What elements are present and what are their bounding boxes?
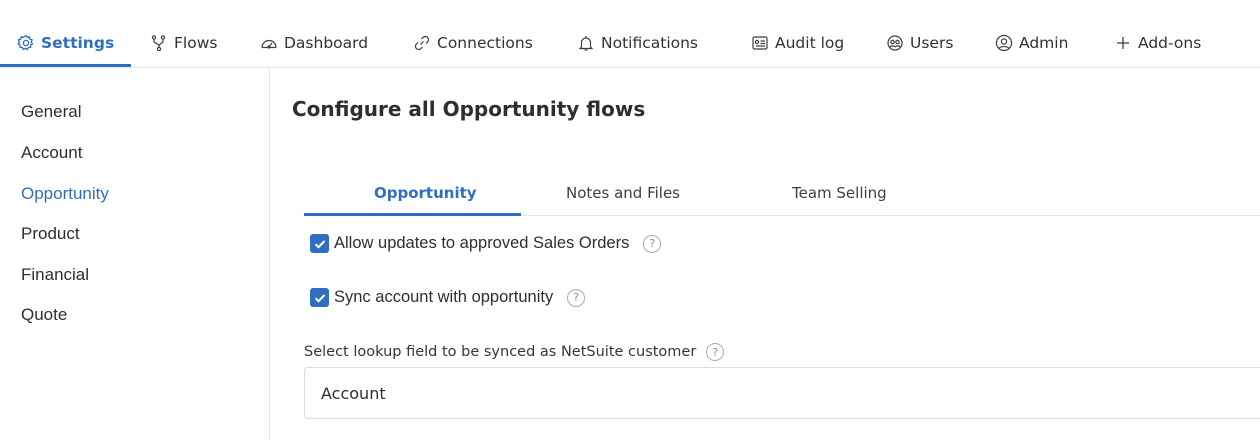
gauge-icon [260,34,278,52]
help-icon[interactable]: ? [706,343,725,361]
admin-icon [995,34,1013,52]
option-allow-updates: Allow updates to approved Sales Orders ? [310,234,662,253]
checkmark-icon [314,239,325,249]
checkmark-icon [314,293,325,303]
nav-tab-label: Add-ons [1138,34,1202,52]
nav-tab-label: Audit log [775,34,845,52]
page-title: Configure all Opportunity flows [292,97,646,121]
sidebar-item-opportunity[interactable]: Opportunity [21,184,109,204]
nav-tab-dashboard[interactable]: Dashboard [260,34,368,52]
tab-notes-and-files[interactable]: Notes and Files [566,184,680,202]
plus-icon [1114,34,1132,52]
lookup-field-label: Select lookup field to be synced as NetS… [304,343,725,361]
lookup-field-label-text: Select lookup field to be synced as NetS… [304,344,697,360]
top-navigation: Settings Flows Dashboard Connections Not… [0,0,1260,68]
sidebar-item-account[interactable]: Account [21,143,82,163]
nav-tab-admin[interactable]: Admin [995,34,1068,52]
audit-log-icon [751,34,769,52]
nav-tab-label: Notifications [601,34,699,52]
sidebar-item-general[interactable]: General [21,102,81,122]
option-sync-account: Sync account with opportunity ? [310,288,586,307]
nav-tab-users[interactable]: Users [886,34,953,52]
link-icon [413,34,431,52]
gear-icon [17,34,35,52]
nav-tab-label: Connections [437,34,533,52]
nav-tab-add-ons[interactable]: Add-ons [1114,34,1201,52]
help-icon[interactable]: ? [567,288,586,307]
nav-tab-connections[interactable]: Connections [413,34,533,52]
nav-tab-label: Admin [1019,34,1069,52]
nav-tab-label: Dashboard [284,34,369,52]
active-tab-indicator [304,213,521,216]
bell-icon [577,34,595,52]
active-tab-indicator [0,64,131,67]
sync-account-label: Sync account with opportunity [334,288,554,306]
help-icon[interactable]: ? [643,234,662,253]
nav-tab-label: Flows [174,34,218,52]
flow-tabs: Opportunity Notes and Files Team Selling [304,168,1260,216]
nav-tab-label: Settings [41,34,115,52]
sidebar-item-quote[interactable]: Quote [21,305,67,325]
nav-tab-notifications[interactable]: Notifications [577,34,698,52]
allow-updates-checkbox[interactable] [310,234,329,253]
users-icon [886,34,904,52]
sidebar-item-product[interactable]: Product [21,224,80,244]
sidebar-item-financial[interactable]: Financial [21,265,89,285]
lookup-field-select[interactable]: Account [304,367,1260,419]
nav-tab-audit-log[interactable]: Audit log [751,34,844,52]
lookup-field-value: Account [321,383,386,403]
nav-tab-flows[interactable]: Flows [150,34,217,52]
sync-account-checkbox[interactable] [310,288,329,307]
nav-tab-label: Users [910,34,954,52]
allow-updates-label: Allow updates to approved Sales Orders [334,234,630,252]
settings-sidebar: General Account Opportunity Product Fina… [0,68,270,440]
tab-team-selling[interactable]: Team Selling [792,184,887,202]
flows-icon [150,34,168,52]
nav-tab-settings[interactable]: Settings [17,34,114,52]
tab-opportunity[interactable]: Opportunity [374,184,477,202]
